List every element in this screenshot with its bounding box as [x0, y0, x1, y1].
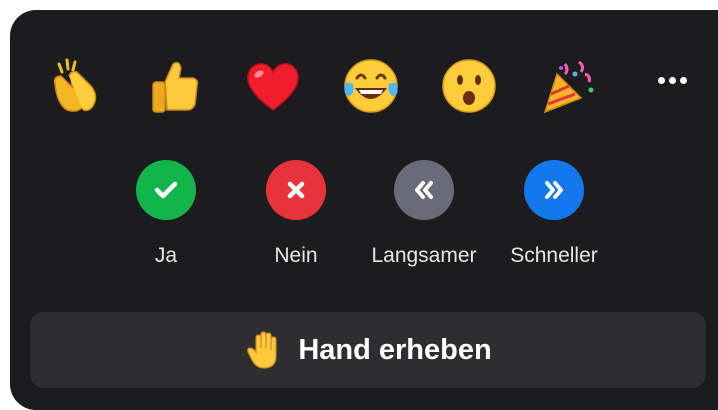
- feedback-no-button[interactable]: Nein: [236, 160, 356, 270]
- clapping-hands-icon: [53, 58, 97, 112]
- reaction-open-mouth-button[interactable]: [430, 47, 508, 125]
- feedback-yes-label: Ja: [154, 244, 178, 267]
- raised-hand-icon: [247, 331, 277, 369]
- tears-of-joy-icon: [344, 59, 398, 113]
- ellipsis-dot: [668, 76, 676, 84]
- raise-hand-button[interactable]: Hand erheben: [30, 312, 706, 388]
- feedback-row: Ja Nein Langsamer Schneller: [10, 160, 718, 270]
- feedback-yes-button[interactable]: Ja: [106, 160, 226, 270]
- open-mouth-icon: [442, 59, 496, 113]
- feedback-no-label: Nein: [274, 244, 318, 267]
- party-popper-icon: [543, 60, 594, 114]
- feedback-faster-label: Schneller: [510, 244, 598, 267]
- reaction-row: [38, 46, 698, 126]
- thumbs-up-icon: [152, 61, 199, 113]
- heart-icon: [247, 63, 299, 111]
- feedback-slower-label: Langsamer: [371, 244, 477, 267]
- ellipsis-icon: [657, 76, 665, 84]
- reaction-thumbs-up-button[interactable]: [136, 47, 214, 125]
- reaction-party-button[interactable]: [528, 47, 606, 125]
- reactions-panel: Ja Nein Langsamer Schneller Hand erheben: [10, 10, 718, 410]
- raise-hand-label: Hand erheben: [298, 333, 492, 366]
- double-chevron-left-icon: [394, 160, 454, 220]
- x-icon: [266, 160, 326, 220]
- ellipsis-dot: [679, 76, 687, 84]
- reaction-heart-button[interactable]: [234, 47, 312, 125]
- more-reactions-button[interactable]: [642, 50, 702, 110]
- reaction-tears-of-joy-button[interactable]: [332, 47, 410, 125]
- feedback-faster-button[interactable]: Schneller: [494, 160, 614, 270]
- checkmark-icon: [136, 160, 196, 220]
- feedback-slower-button[interactable]: Langsamer: [364, 160, 484, 270]
- reaction-clap-button[interactable]: [38, 47, 116, 125]
- double-chevron-right-icon: [524, 160, 584, 220]
